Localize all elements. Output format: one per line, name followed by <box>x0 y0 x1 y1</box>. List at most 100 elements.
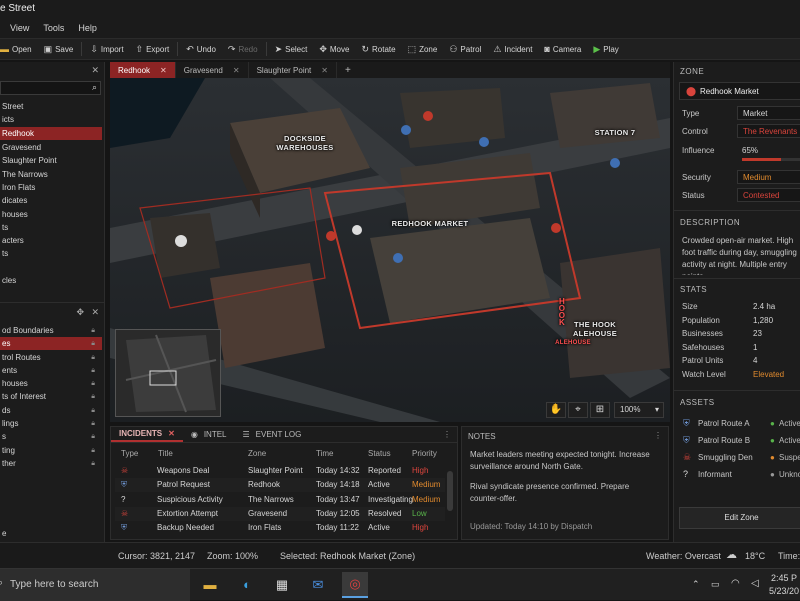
close-icon[interactable]: ✕ <box>233 66 240 75</box>
wifi-icon[interactable]: ◠ <box>731 578 740 589</box>
close-icon[interactable]: ✕ <box>91 307 99 318</box>
layer-item[interactable]: ds 🔒︎ <box>0 404 102 417</box>
table-row[interactable]: ☠ Extortion Attempt Gravesend Today 12:05 Re… <box>115 506 445 521</box>
tree-item[interactable]: icts <box>0 113 102 126</box>
tree-item[interactable]: Iron Flats <box>0 181 102 194</box>
asset-name[interactable]: Smuggling Den <box>698 453 753 462</box>
scrollbar[interactable] <box>447 471 453 511</box>
badge-marker[interactable] <box>610 158 620 168</box>
save-button[interactable]: ▣ Save <box>38 39 80 59</box>
layer-item[interactable]: houses 🔒︎ <box>0 377 102 390</box>
layer-item[interactable]: lings 🔒︎ <box>0 417 102 430</box>
tree-item[interactable]: ts <box>0 247 102 260</box>
badge-marker[interactable] <box>393 253 403 263</box>
move-icon[interactable]: ✥ <box>76 307 84 318</box>
asset-name[interactable]: Patrol Route A <box>698 419 750 428</box>
close-icon[interactable]: ✕ <box>321 66 328 75</box>
map-viewport[interactable]: DOCKSIDE WAREHOUSES REDHOOK MARKET STATI… <box>110 78 670 422</box>
tab-intel[interactable]: ◉ INTEL <box>183 427 235 442</box>
rotate-tool-button[interactable]: ↻ Rotate <box>355 39 401 59</box>
more-icon[interactable]: ⋮ <box>654 431 662 440</box>
lock-icon[interactable]: 🔒︎ <box>91 417 95 430</box>
asset-name[interactable]: Informant <box>698 470 732 479</box>
search-input[interactable]: ⌕ <box>0 81 101 95</box>
app-icon[interactable]: ◎ <box>342 572 368 598</box>
lock-icon[interactable]: 🔒︎ <box>91 390 95 403</box>
table-row[interactable]: ⛨ Patrol Request Redhook Today 14:18 Active M… <box>115 478 445 493</box>
skull-marker[interactable] <box>326 231 336 241</box>
close-icon[interactable]: ✕ <box>91 65 99 76</box>
zone-tool-button[interactable]: ⬚ Zone <box>402 39 444 59</box>
file-explorer-icon[interactable]: ▬ <box>200 575 220 595</box>
tab-gravesend[interactable]: Gravesend ✕ <box>176 62 249 78</box>
status-select[interactable]: Contested <box>737 188 800 202</box>
lock-icon[interactable]: 🔒︎ <box>91 430 95 443</box>
type-select[interactable]: Market <box>737 106 800 120</box>
tree-item[interactable]: The Narrows <box>0 168 102 181</box>
export-button[interactable]: ⇧ Export <box>130 39 176 59</box>
tree-item-redhook[interactable]: Redhook <box>0 127 102 140</box>
tree-item[interactable]: Street <box>0 100 102 113</box>
incident-tool-button[interactable]: ⚠ Incident <box>487 39 538 59</box>
minimap[interactable] <box>115 329 221 417</box>
question-marker[interactable] <box>352 225 362 235</box>
clock[interactable]: 2:45 P <box>771 573 797 583</box>
skull-marker[interactable] <box>551 223 561 233</box>
layer-item[interactable]: s 🔒︎ <box>0 430 102 443</box>
close-icon[interactable]: ✕ <box>160 66 167 75</box>
tab-incidents[interactable]: INCIDENTS ✕ <box>111 427 183 442</box>
table-row[interactable]: ☠ Weapons Deal Slaughter Point Today 14:32 R… <box>115 464 445 478</box>
lock-icon[interactable]: 🔒︎ <box>91 404 95 417</box>
volume-icon[interactable]: ◁ <box>751 578 759 589</box>
lock-icon[interactable]: 🔒︎ <box>91 377 95 390</box>
more-icon[interactable]: ⋮ <box>443 430 451 439</box>
edge-icon[interactable]: ◐ <box>237 575 257 595</box>
tray-icon[interactable]: ▭ <box>711 579 720 590</box>
security-select[interactable]: Medium <box>737 170 800 184</box>
date[interactable]: 5/23/20 <box>769 586 799 596</box>
layer-item-selected[interactable]: es 🔒︎ <box>0 337 102 350</box>
store-icon[interactable]: ▦ <box>272 575 292 595</box>
lock-icon[interactable]: 🔒︎ <box>91 444 95 457</box>
taskbar-search[interactable]: ⌕ Type here to search <box>0 569 190 601</box>
new-tab-button[interactable]: + <box>337 62 359 78</box>
tab-slaughter-point[interactable]: Slaughter Point ✕ <box>249 62 337 78</box>
tree-item[interactable]: cles <box>0 274 102 287</box>
camera-tool-button[interactable]: ◙ Camera <box>538 39 587 59</box>
lock-icon[interactable]: 🔒︎ <box>91 337 95 350</box>
redo-button[interactable]: ↷ Redo <box>222 39 264 59</box>
badge-marker[interactable] <box>401 125 411 135</box>
control-select[interactable]: The Revenants <box>737 124 800 138</box>
table-row[interactable]: ⛨ Backup Needed Iron Flats Today 11:22 Activ… <box>115 521 445 535</box>
chevron-up-icon[interactable]: ⌃ <box>692 579 700 590</box>
undo-button[interactable]: ↶ Undo <box>180 39 222 59</box>
table-row[interactable]: ? Suspicious Activity The Narrows Today 13:… <box>115 493 445 507</box>
lock-icon[interactable]: 🔒︎ <box>91 457 95 470</box>
question-marker[interactable] <box>175 235 187 247</box>
layer-item[interactable]: trol Routes 🔒︎ <box>0 351 102 364</box>
grid-icon[interactable]: ⊞ <box>590 402 610 418</box>
play-button[interactable]: ▶ Play <box>587 39 624 59</box>
hand-icon[interactable]: ✋ <box>546 402 566 418</box>
edit-zone-button[interactable]: Edit Zone <box>679 507 800 529</box>
menu-view[interactable]: View <box>10 23 29 33</box>
layer-item[interactable]: od Boundaries 🔒︎ <box>0 324 102 337</box>
crosshair-icon[interactable]: ⌖ <box>568 402 588 418</box>
zoom-select[interactable]: 100% ▾ <box>614 402 664 418</box>
tree-item[interactable]: ts <box>0 221 102 234</box>
tree-item[interactable]: dicates <box>0 194 102 207</box>
asset-name[interactable]: Patrol Route B <box>698 436 750 445</box>
tree-item[interactable]: Gravesend <box>0 141 102 154</box>
menu-tools[interactable]: Tools <box>43 23 64 33</box>
lock-icon[interactable]: 🔒︎ <box>91 364 95 377</box>
lock-icon[interactable]: 🔒︎ <box>91 351 95 364</box>
tree-item[interactable]: acters <box>0 234 102 247</box>
layer-item[interactable]: ting 🔒︎ <box>0 444 102 457</box>
patrol-tool-button[interactable]: ⚇ Patrol <box>443 39 487 59</box>
tree-item[interactable]: Slaughter Point <box>0 154 102 167</box>
import-button[interactable]: ⇩ Import <box>84 39 129 59</box>
move-tool-button[interactable]: ✥ Move <box>313 39 355 59</box>
layer-item[interactable]: ther 🔒︎ <box>0 457 102 470</box>
mail-icon[interactable]: ✉ <box>308 575 328 595</box>
tab-redhook[interactable]: Redhook ✕ <box>110 62 176 78</box>
